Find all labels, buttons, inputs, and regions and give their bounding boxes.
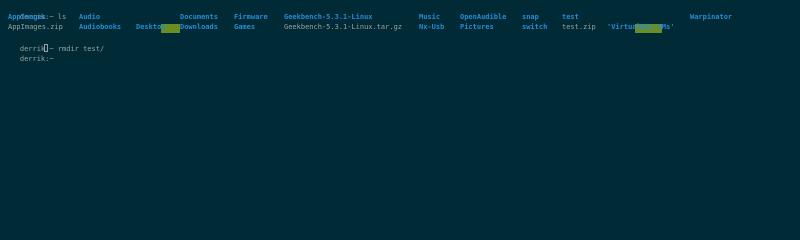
prompt-line-3[interactable]: derrik:~ xyxy=(3,43,63,63)
dir-entry: Audiobooks xyxy=(79,23,122,31)
file-entry: test.zip xyxy=(562,23,596,31)
dir-entry: Nx-Usb xyxy=(419,23,445,31)
dir-entry: Pictures xyxy=(460,23,494,31)
dir-entry: Downloads xyxy=(180,23,218,31)
ls-output-row-2: AppImages.zip Audiobooks Desktop Downloa… xyxy=(0,22,800,33)
dir-entry: Desktop xyxy=(136,23,166,31)
terminal-window[interactable]: derrik:~ ls AppImages Audio Documents Fi… xyxy=(0,0,800,215)
prompt-line-1: derrik:~ ls xyxy=(3,1,66,21)
dir-entry: 'VirtualBox VMs' xyxy=(607,23,675,31)
file-entry: AppImages.zip xyxy=(8,23,63,31)
text-cursor[interactable] xyxy=(44,44,48,52)
prompt-text: derrik:~ xyxy=(19,55,58,63)
command-text: rmdir test/ xyxy=(57,45,105,53)
dir-entry: switch xyxy=(522,23,548,31)
dir-entry: Games xyxy=(234,23,256,31)
file-entry: Geekbench-5.3.1-Linux.tar.gz xyxy=(284,23,403,31)
